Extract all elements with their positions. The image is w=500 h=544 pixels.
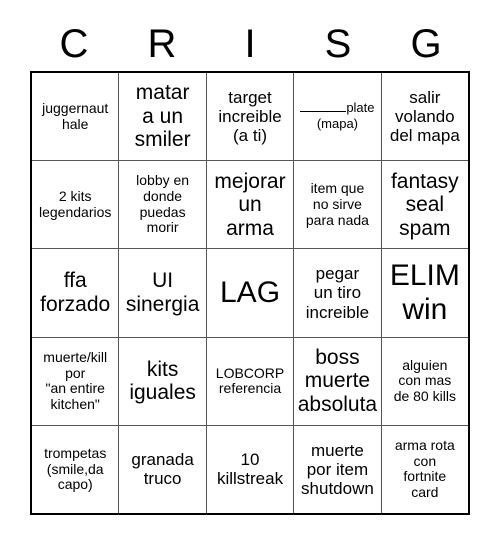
- bingo-cell-subtext: (mapa): [316, 116, 359, 132]
- bingo-cell-text: lobby en donde puedas morir: [136, 172, 190, 236]
- bingo-cell-0-2[interactable]: target increible (a ti): [207, 73, 295, 161]
- bingo-cell-1-3[interactable]: item que no sirve para nada: [294, 161, 382, 249]
- bingo-cell-2-0[interactable]: ffa forzado: [32, 249, 120, 337]
- bingo-cell-text: LAG: [220, 276, 281, 310]
- bingo-cell-4-0[interactable]: trompetas (smile,da capo): [32, 425, 120, 514]
- bingo-cell-4-2[interactable]: 10 killstreak: [207, 425, 295, 514]
- bingo-cell-text: pegar un tiro increible: [305, 264, 370, 322]
- bingo-cell-2-1[interactable]: UI sinergia: [119, 249, 207, 337]
- bingo-header-letter-0: C: [59, 21, 89, 66]
- bingo-cell-text: arma rota con fortnite card: [394, 437, 455, 501]
- bingo-cell-2-3[interactable]: pegar un tiro increible: [294, 249, 382, 337]
- blank-underline-icon: [300, 111, 347, 113]
- bingo-card: C R I S G juggernaut hale matar a un smiler ta…: [0, 0, 500, 544]
- bingo-header-letters: CRISG: [30, 16, 470, 71]
- bingo-cell-text: fantasy seal spam: [390, 169, 459, 240]
- bingo-cell-text: muerte/kill por "an entire kitchen": [43, 348, 108, 412]
- bingo-cell-text: ffa forzado: [40, 269, 111, 316]
- bingo-cell-4-3[interactable]: muerte por item shutdown: [294, 425, 382, 514]
- bingo-row: muerte/kill por "an entire kitchen" kits …: [32, 337, 468, 426]
- bingo-header-letter-3: S: [324, 21, 352, 66]
- bingo-cell-0-0[interactable]: juggernaut hale: [32, 73, 120, 161]
- bingo-cell-1-2[interactable]: mejorar un arma: [207, 161, 295, 249]
- bingo-cell-text: boss muerte absoluta: [297, 345, 378, 416]
- bingo-row: juggernaut hale matar a un smiler target i…: [32, 73, 468, 162]
- bingo-cell-text: LOBCORP referencia: [215, 364, 285, 397]
- bingo-cell-4-1[interactable]: granada truco: [119, 425, 207, 514]
- bingo-cell-0-3[interactable]: plate (mapa): [294, 73, 382, 161]
- bingo-cell-text: muerte por item shutdown: [301, 440, 374, 498]
- bingo-cell-text: alguien con mas de 80 kills: [393, 356, 456, 405]
- bingo-cell-text: target increible (a ti): [218, 88, 282, 146]
- bingo-row: trompetas (smile,da capo) granada truco 10…: [32, 425, 468, 514]
- bingo-row: ffa forzado UI sinergia LAG pegar un tiro i…: [32, 249, 468, 338]
- bingo-cell-0-1[interactable]: matar a un smiler: [119, 73, 207, 161]
- bingo-cell-1-1[interactable]: lobby en donde puedas morir: [119, 161, 207, 249]
- bingo-cell-text: 2 kits legendarios: [39, 188, 112, 220]
- bingo-cell-text: mejorar un arma: [214, 169, 286, 240]
- bingo-cell-text: matar a un smiler: [134, 81, 191, 152]
- bingo-cell-text: salir volando del mapa: [389, 88, 460, 146]
- bingo-grid: juggernaut hale matar a un smiler target i…: [30, 71, 470, 515]
- bingo-cell-text: ELIM win: [389, 259, 460, 326]
- bingo-row: 2 kits legendarios lobby en donde puedas …: [32, 161, 468, 250]
- bingo-cell-0-4[interactable]: salir volando del mapa: [382, 73, 468, 160]
- bingo-cell-1-4[interactable]: fantasy seal spam: [382, 161, 468, 248]
- bingo-cell-text: granada truco: [131, 450, 194, 489]
- bingo-header-letter-2: I: [244, 21, 256, 66]
- bingo-cell-2-4[interactable]: ELIM win: [382, 249, 468, 336]
- bingo-cell-3-3[interactable]: boss muerte absoluta: [294, 337, 382, 425]
- bingo-cell-3-4[interactable]: alguien con mas de 80 kills: [382, 338, 468, 425]
- bingo-cell-2-2[interactable]: LAG: [207, 249, 295, 337]
- bingo-header-letter-4: G: [410, 21, 442, 66]
- bingo-cell-text: UI sinergia: [125, 269, 200, 316]
- bingo-header-letter-1: R: [147, 21, 177, 66]
- bingo-cell-text: trompetas (smile,da capo): [44, 444, 107, 493]
- bingo-cell-text: 10 killstreak: [216, 450, 284, 489]
- bingo-cell-text: juggernaut hale: [42, 99, 109, 132]
- bingo-cell-3-2[interactable]: LOBCORP referencia: [207, 337, 295, 425]
- bingo-cell-text: item que no sirve para nada: [305, 180, 369, 228]
- bingo-cell-1-0[interactable]: 2 kits legendarios: [32, 161, 120, 249]
- bingo-cell-4-4[interactable]: arma rota con fortnite card: [382, 426, 468, 513]
- bingo-cell-3-0[interactable]: muerte/kill por "an entire kitchen": [32, 337, 120, 425]
- bingo-cell-3-1[interactable]: kits iguales: [119, 337, 207, 425]
- bingo-cell-text: kits iguales: [129, 357, 196, 405]
- fill-in-blank-line-row: plate: [297, 100, 377, 116]
- bingo-cell-text: plate: [346, 100, 375, 116]
